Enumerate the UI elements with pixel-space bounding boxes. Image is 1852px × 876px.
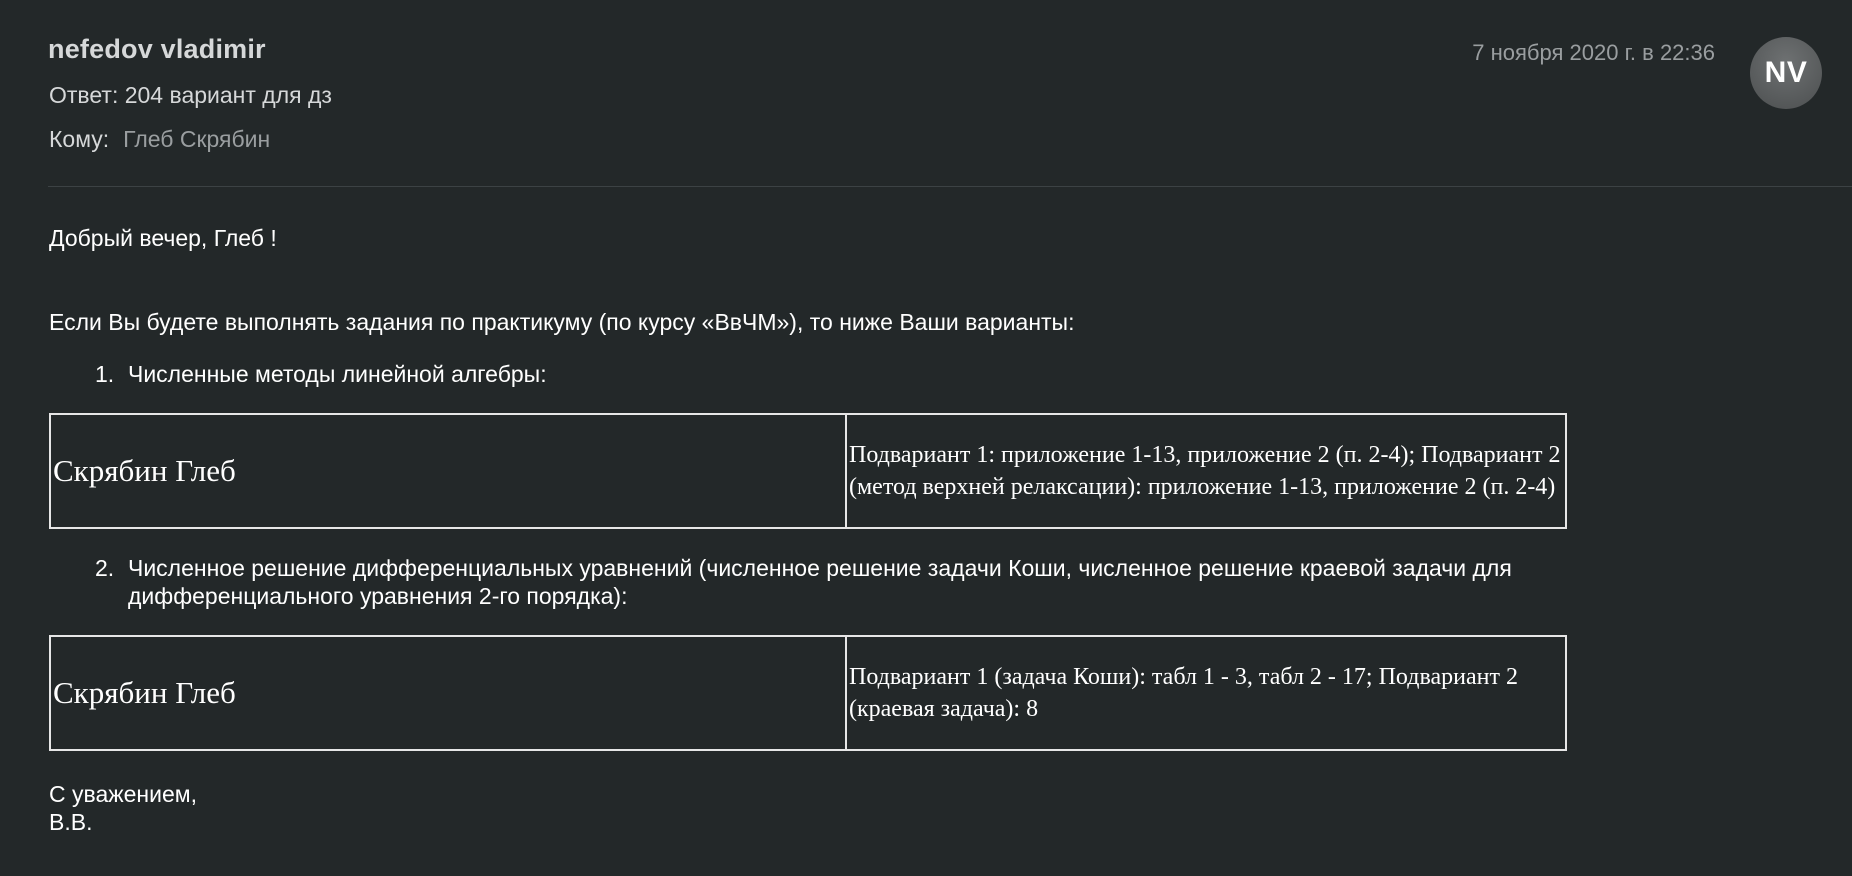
signature-text: В.В. [49,809,93,835]
greeting-text: Добрый вечер, Глеб ! [49,225,277,251]
closing-text: С уважением, [49,781,197,807]
header-divider [48,186,1852,187]
list-item: 1. Численные методы линейной алгебры: [95,360,1655,388]
variant-table: Скрябин Глеб Подвариант 1 (задача Коши):… [49,635,1567,751]
table-row: Скрябин Глеб Подвариант 1: приложение 1-… [49,413,1567,529]
sender-name[interactable]: nefedov vladimir [48,34,266,65]
list-item-text: Численное решение дифференциальных уравн… [128,555,1512,609]
sender-avatar[interactable]: NV [1750,37,1822,109]
avatar-initials: NV [1764,56,1808,89]
list-item-number: 2. [95,555,115,581]
student-name-cell: Скрябин Глеб [49,413,847,529]
student-name-cell: Скрябин Глеб [49,635,847,751]
recipient-name[interactable]: Глеб Скрябин [123,126,270,152]
intro-text: Если Вы будете выполнять задания по прак… [49,309,1075,335]
list-item: 2. Численное решение дифференциальных ур… [95,554,1655,610]
recipient-row: Кому: Глеб Скрябин [49,126,270,153]
variant-description-cell: Подвариант 1: приложение 1-13, приложени… [845,413,1567,529]
message-datetime: 7 ноября 2020 г. в 22:36 [1472,40,1715,65]
variant-table: Скрябин Глеб Подвариант 1: приложение 1-… [49,413,1567,529]
message-header: nefedov vladimir Ответ: 204 вариант для … [0,0,1852,188]
list-item-text: Численные методы линейной алгебры: [128,361,547,387]
list-item-number: 1. [95,361,115,387]
message-subject: Ответ: 204 вариант для дз [49,82,332,108]
variant-description-cell: Подвариант 1 (задача Коши): табл 1 - 3, … [845,635,1567,751]
to-label: Кому: [49,126,110,152]
table-row: Скрябин Глеб Подвариант 1 (задача Коши):… [49,635,1567,751]
